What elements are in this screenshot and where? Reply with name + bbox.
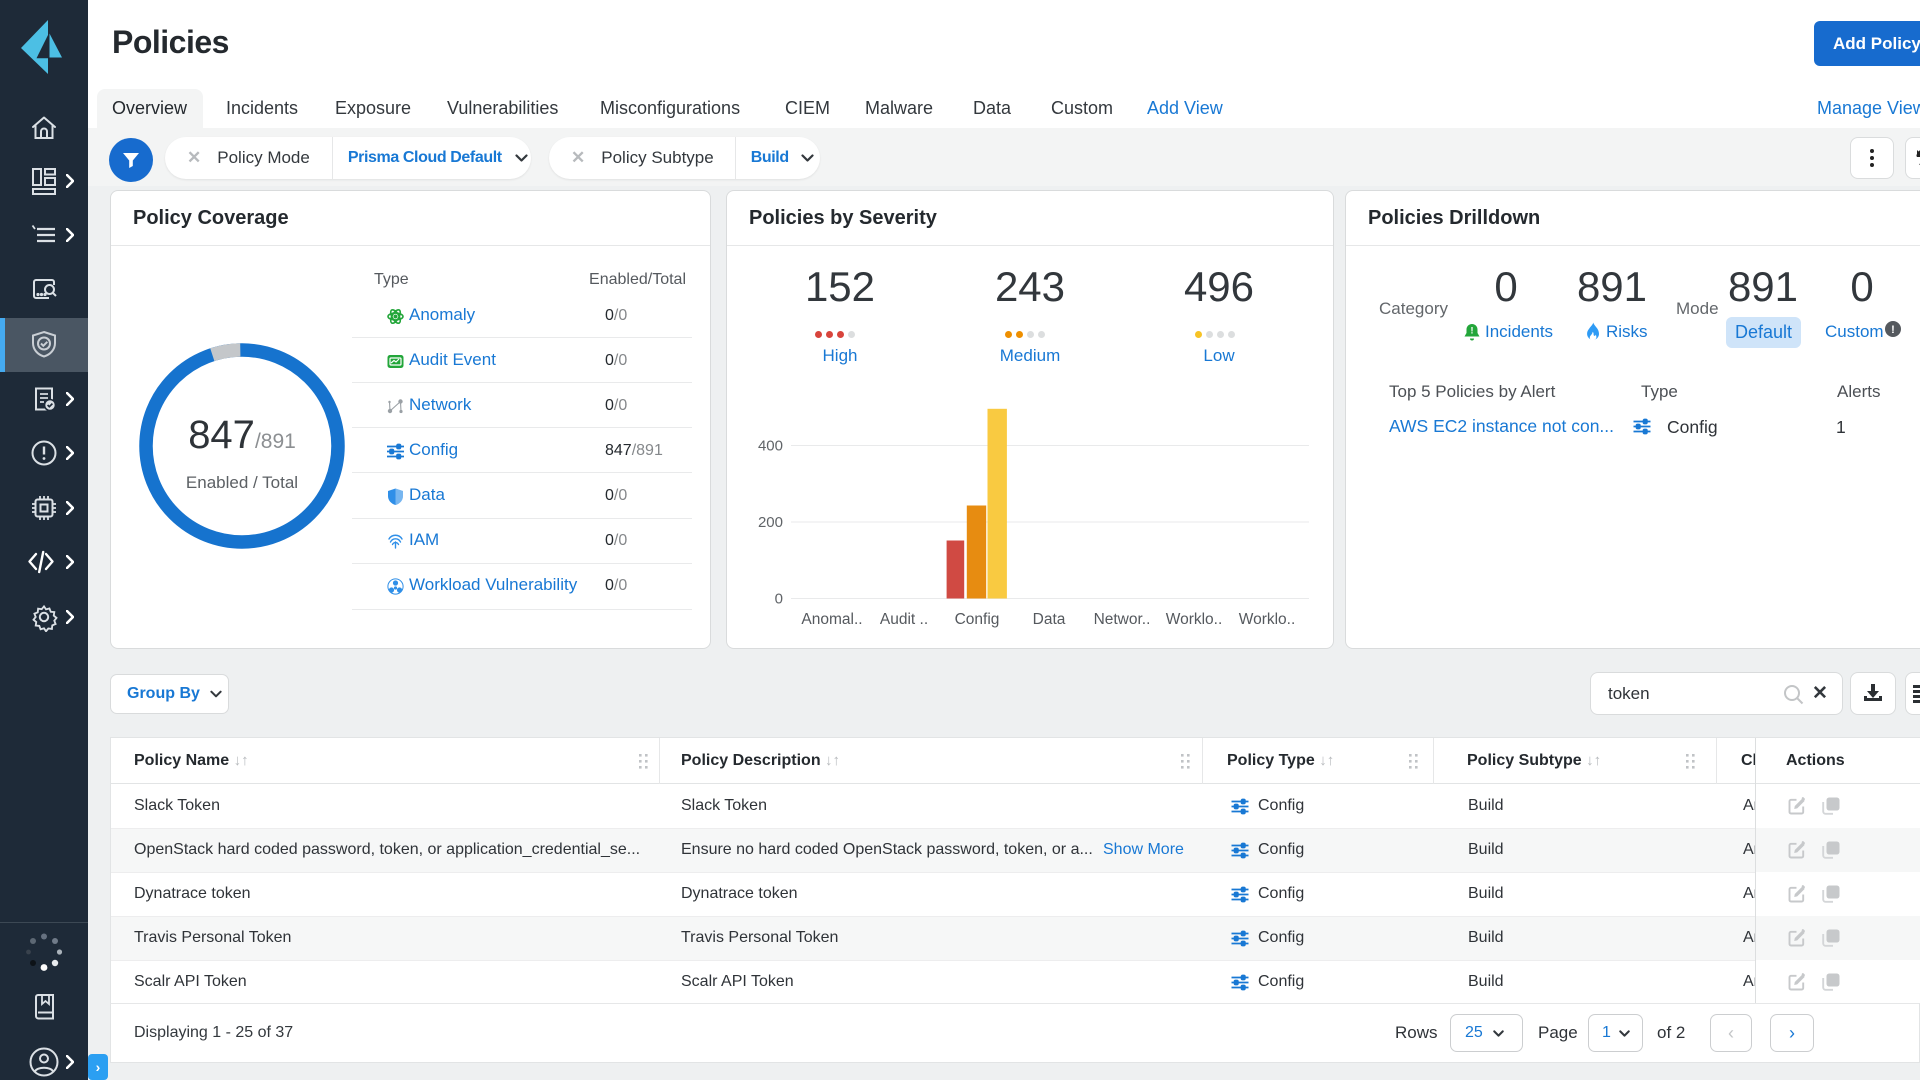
svg-text:Networ..: Networ.. bbox=[1094, 611, 1151, 628]
svg-text:400: 400 bbox=[758, 438, 783, 455]
svg-text:Data: Data bbox=[1033, 611, 1066, 628]
svg-text:Config: Config bbox=[955, 611, 1000, 628]
svg-text:0: 0 bbox=[775, 591, 783, 608]
svg-text:Worklo..: Worklo.. bbox=[1166, 611, 1223, 628]
svg-text:!: ! bbox=[1891, 324, 1895, 336]
svg-text:!: ! bbox=[1471, 326, 1474, 336]
svg-text:200: 200 bbox=[758, 514, 783, 531]
svg-text:Worklo..: Worklo.. bbox=[1239, 611, 1296, 628]
svg-text:Anomal..: Anomal.. bbox=[801, 611, 862, 628]
svg-text:Audit ..: Audit .. bbox=[880, 611, 928, 628]
